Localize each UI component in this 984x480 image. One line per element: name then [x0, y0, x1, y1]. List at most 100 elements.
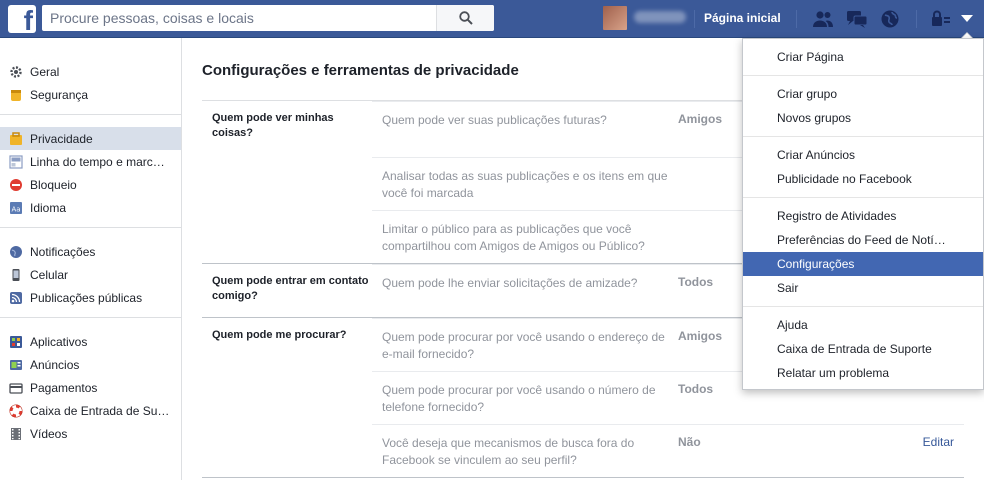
- sidebar-item-label: Linha do tempo e marc…: [30, 154, 165, 169]
- apps-icon: [8, 334, 23, 349]
- sidebar-item-anuncios[interactable]: Anúncios: [0, 353, 181, 376]
- svg-text:Aa: Aa: [11, 205, 20, 213]
- rss-icon: [8, 290, 23, 305]
- messages-icon[interactable]: [846, 8, 868, 30]
- menu-item-configuracoes[interactable]: Configurações: [743, 252, 983, 276]
- setting-value: Amigos: [678, 112, 723, 126]
- sidebar-item-notificacoes[interactable]: Notificações: [0, 240, 181, 263]
- menu-item-criar-anuncios[interactable]: Criar Anúncios: [743, 143, 983, 167]
- sidebar-item-seguranca[interactable]: Segurança: [0, 83, 181, 106]
- account-menu-chevron-down-icon[interactable]: [956, 8, 978, 30]
- sidebar-item-linha-do-tempo-e-marc[interactable]: Linha do tempo e marc…: [0, 150, 181, 173]
- menu-group: Criar grupo Novos grupos: [743, 76, 983, 137]
- setting-value: Todos: [678, 382, 714, 396]
- setting-value: Não: [678, 435, 701, 449]
- profile-avatar[interactable]: [603, 6, 627, 30]
- sidebar-item-label: Privacidade: [30, 131, 93, 146]
- sidebar-item-videos[interactable]: Vídeos: [0, 422, 181, 445]
- sidebar-item-label: Bloqueio: [30, 177, 77, 192]
- top-navigation-bar: f Página inicial: [0, 0, 984, 38]
- menu-item-registro-de-atividades[interactable]: Registro de Atividades: [743, 204, 983, 228]
- sidebar-item-label: Idioma: [30, 200, 67, 215]
- search-input[interactable]: [42, 5, 442, 31]
- sidebar-item-caixa-de-entrada-de-su[interactable]: Caixa de Entrada de Su…: [0, 399, 181, 422]
- privacy-shortcuts-icon[interactable]: [930, 8, 952, 30]
- account-dropdown-menu: Criar Página Criar grupo Novos grupos Criar…: [742, 38, 984, 390]
- lock-icon: [8, 131, 23, 146]
- shield-icon: [8, 87, 23, 102]
- notifications-globe-icon[interactable]: [879, 8, 901, 30]
- setting-question: Analisar todas as suas publicações e os …: [382, 169, 668, 200]
- settings-row[interactable]: Você deseja que mecanismos de busca fora…: [372, 424, 964, 477]
- menu-group: Registro de Atividades Preferências do Fe…: [743, 198, 983, 307]
- edit-link[interactable]: Editar: [923, 435, 954, 449]
- menu-group: Ajuda Caixa de Entrada de Suporte Relatar …: [743, 307, 983, 391]
- sidebar-item-idioma[interactable]: Aa Idioma: [0, 196, 181, 219]
- lifebuoy-icon: [8, 403, 23, 418]
- friend-requests-icon[interactable]: [812, 8, 834, 30]
- setting-question: Você deseja que mecanismos de busca fora…: [382, 436, 635, 467]
- ads-icon: [8, 357, 23, 372]
- menu-item-ajuda[interactable]: Ajuda: [743, 313, 983, 337]
- menu-item-sair[interactable]: Sair: [743, 276, 983, 300]
- sidebar-item-privacidade[interactable]: Privacidade: [0, 127, 181, 150]
- search-box: [42, 5, 494, 31]
- settings-sidebar: Geral Segurança Privacidade Linha do tempo …: [0, 38, 182, 480]
- divider: [916, 10, 917, 28]
- timeline-icon: [8, 154, 23, 169]
- sidebar-group: Notificações Celular Publicações públicas: [0, 238, 181, 318]
- menu-group: Criar Anúncios Publicidade no Facebook: [743, 137, 983, 198]
- sidebar-item-geral[interactable]: Geral: [0, 60, 181, 83]
- search-button[interactable]: [436, 5, 494, 31]
- setting-question: Quem pode procurar por você usando o end…: [382, 330, 665, 361]
- setting-question: Quem pode lhe enviar solicitações de ami…: [382, 276, 638, 290]
- section-label: Quem pode entrar em contato comigo?: [212, 275, 369, 302]
- menu-item-publicidade-no-facebook[interactable]: Publicidade no Facebook: [743, 167, 983, 191]
- globe-icon: [8, 244, 23, 259]
- menu-item-criar-pagina[interactable]: Criar Página: [743, 45, 983, 69]
- sidebar-group: Geral Segurança: [0, 58, 181, 115]
- menu-item-caixa-de-entrada-de-suporte[interactable]: Caixa de Entrada de Suporte: [743, 337, 983, 361]
- sidebar-item-label: Pagamentos: [30, 380, 98, 395]
- film-icon: [8, 426, 23, 441]
- gear-icon: [8, 64, 23, 79]
- search-icon: [458, 11, 473, 25]
- menu-item-relatar-um-problema[interactable]: Relatar um problema: [743, 361, 983, 385]
- phone-icon: [8, 267, 23, 282]
- section-label: Quem pode me procurar?: [212, 329, 347, 341]
- sidebar-item-celular[interactable]: Celular: [0, 263, 181, 286]
- divider: [796, 10, 797, 28]
- sidebar-item-aplicativos[interactable]: Aplicativos: [0, 330, 181, 353]
- sidebar-item-label: Publicações públicas: [30, 290, 143, 305]
- sidebar-item-label: Caixa de Entrada de Su…: [30, 403, 170, 418]
- sidebar-item-bloqueio[interactable]: Bloqueio: [0, 173, 181, 196]
- sidebar-group: Privacidade Linha do tempo e marc… Bloquei…: [0, 125, 181, 228]
- profile-name-blurred[interactable]: [634, 11, 686, 23]
- language-icon: Aa: [8, 200, 23, 215]
- sidebar-item-label: Geral: [30, 64, 60, 79]
- card-icon: [8, 380, 23, 395]
- sidebar-item-label: Notificações: [30, 244, 96, 259]
- setting-value: Todos: [678, 275, 714, 289]
- facebook-logo-icon[interactable]: f: [8, 5, 36, 35]
- setting-question: Limitar o público para as publicações qu…: [382, 222, 645, 253]
- block-icon: [8, 177, 23, 192]
- page-title: Configurações e ferramentas de privacida…: [202, 62, 519, 79]
- menu-group: Criar Página: [743, 39, 983, 76]
- sidebar-item-label: Celular: [30, 267, 69, 282]
- home-link[interactable]: Página inicial: [704, 11, 781, 25]
- divider: [694, 10, 695, 28]
- menu-item-novos-grupos[interactable]: Novos grupos: [743, 106, 983, 130]
- setting-value: Amigos: [678, 329, 723, 343]
- section-label: Quem pode ver minhas coisas?: [212, 112, 334, 139]
- sidebar-item-label: Anúncios: [30, 357, 80, 372]
- sidebar-item-publicacoes-publicas[interactable]: Publicações públicas: [0, 286, 181, 309]
- sidebar-item-pagamentos[interactable]: Pagamentos: [0, 376, 181, 399]
- setting-question: Quem pode ver suas publicações futuras?: [382, 113, 607, 127]
- sidebar-item-label: Vídeos: [30, 426, 68, 441]
- sidebar-item-label: Aplicativos: [30, 334, 88, 349]
- menu-item-criar-grupo[interactable]: Criar grupo: [743, 82, 983, 106]
- sidebar-item-label: Segurança: [30, 87, 89, 102]
- sidebar-group: Aplicativos Anúncios Pagamentos Caixa de En…: [0, 328, 181, 453]
- menu-item-preferencias-do-feed-de-noti[interactable]: Preferências do Feed de Notí…: [743, 228, 983, 252]
